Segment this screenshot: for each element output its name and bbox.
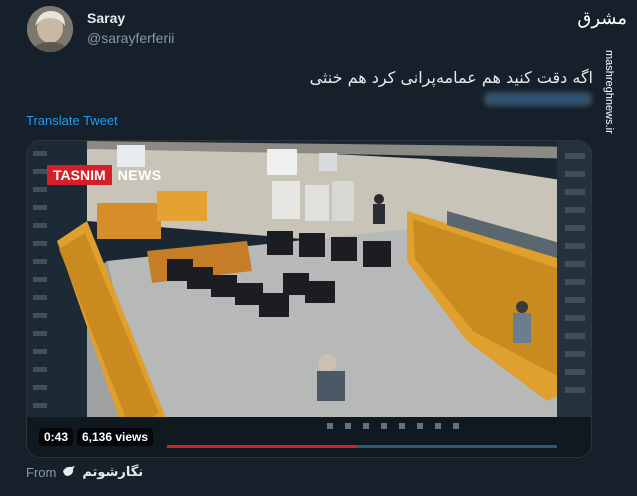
avatar-image: [27, 6, 73, 52]
video-views: 6,136 views: [77, 428, 154, 446]
channel-logo-tasnim: TASNIM: [47, 165, 112, 185]
source-attribution[interactable]: From نگارشوتم: [26, 465, 143, 480]
watermark-url: mashreghnews.ir: [603, 50, 615, 134]
author-handle[interactable]: @sarayferferii: [87, 30, 174, 46]
avatar[interactable]: [27, 6, 73, 52]
channel-logo: TASNIM NEWS: [47, 165, 168, 185]
video-player[interactable]: TASNIM NEWS 0:43 6,136 views: [26, 140, 592, 458]
checkmark-bird-icon: [62, 465, 76, 480]
video-frame: [27, 141, 591, 457]
video-duration: 0:43: [39, 428, 74, 446]
publisher-watermark: مشرق mashreghnews.ir: [577, 6, 629, 134]
source-name[interactable]: نگارشوتم: [82, 465, 143, 480]
blurred-text: [484, 92, 592, 106]
from-label: From: [26, 465, 57, 480]
author-display-name[interactable]: Saray: [87, 10, 125, 26]
tweet-text: اگه دقت کنید هم عمامه‌پرانی کرد هم خنثی: [309, 68, 593, 87]
watermark-logo: مشرق: [577, 8, 627, 29]
translate-tweet-link[interactable]: Translate Tweet: [26, 113, 118, 128]
channel-logo-news: NEWS: [117, 167, 162, 183]
